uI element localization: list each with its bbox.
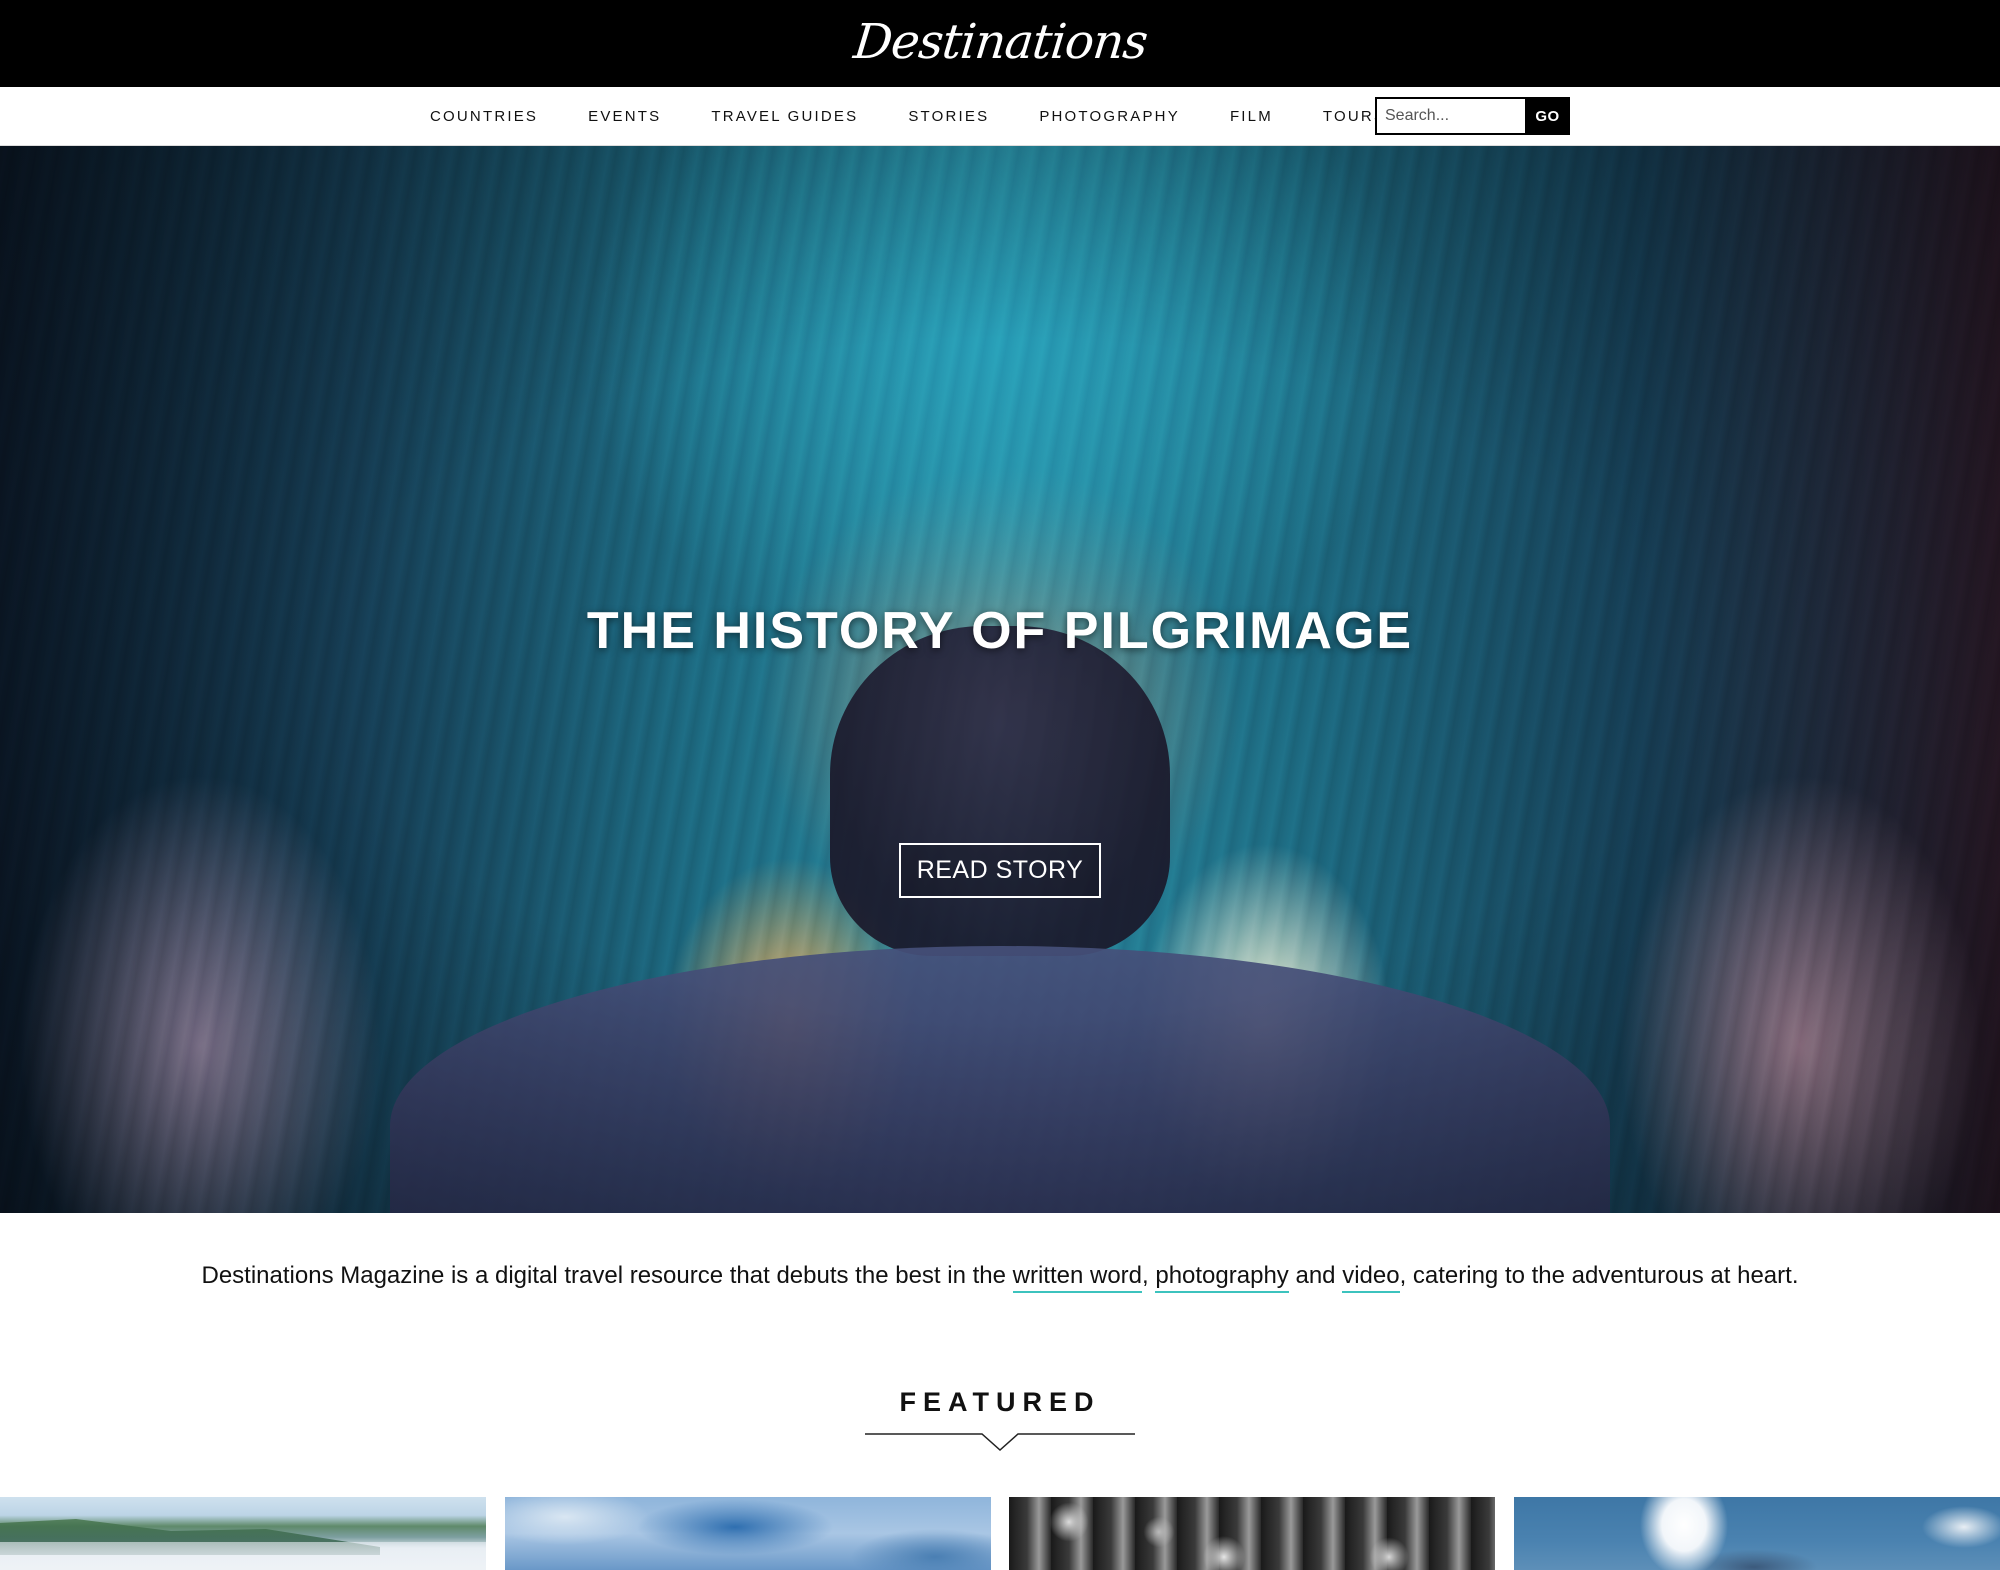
hero-banner: THE HISTORY OF PILGRIMAGE READ STORY [0, 146, 2000, 1213]
hero-image-vignette [0, 146, 2000, 1213]
card-image-fog [0, 1542, 486, 1570]
read-story-button[interactable]: READ STORY [899, 843, 1101, 898]
featured-card-2[interactable] [505, 1497, 991, 1570]
intro-sep-1: , [1142, 1262, 1156, 1289]
search-form: GO [1375, 97, 1570, 135]
nav-item-photography[interactable]: PHOTOGRAPHY [1039, 108, 1180, 125]
featured-cards [0, 1497, 2000, 1570]
site-header: Destinations [0, 0, 2000, 87]
nav-links: COUNTRIES EVENTS TRAVEL GUIDES STORIES P… [430, 87, 1436, 146]
nav-item-film[interactable]: FILM [1230, 108, 1273, 125]
search-input[interactable] [1375, 97, 1525, 135]
hero-title: THE HISTORY OF PILGRIMAGE [586, 602, 1414, 660]
intro-text-before: Destinations Magazine is a digital trave… [201, 1262, 1013, 1289]
featured-card-3[interactable] [1009, 1497, 1495, 1570]
nav-item-countries[interactable]: COUNTRIES [430, 108, 538, 125]
nav-item-travel-guides[interactable]: TRAVEL GUIDES [711, 108, 858, 125]
intro-text-after: , catering to the adventurous at heart. [1399, 1262, 1799, 1289]
intro-sep-2: and [1288, 1262, 1343, 1289]
featured-card-4[interactable] [1514, 1497, 2000, 1570]
site-logo[interactable]: Destinations [851, 14, 1150, 70]
link-video[interactable]: video [1342, 1262, 1400, 1293]
nav-item-events[interactable]: EVENTS [588, 108, 661, 125]
search-go-button[interactable]: GO [1525, 97, 1570, 135]
featured-heading: FEATURED [899, 1387, 1101, 1417]
link-written-word[interactable]: written word [1012, 1262, 1142, 1293]
featured-divider-chevron-icon [865, 1433, 1135, 1452]
main-nav: COUNTRIES EVENTS TRAVEL GUIDES STORIES P… [0, 87, 2000, 146]
nav-item-stories[interactable]: STORIES [908, 108, 989, 125]
featured-card-1[interactable] [0, 1497, 486, 1570]
intro-text: Destinations Magazine is a digital trave… [0, 1262, 2000, 1293]
link-photography[interactable]: photography [1155, 1262, 1289, 1293]
